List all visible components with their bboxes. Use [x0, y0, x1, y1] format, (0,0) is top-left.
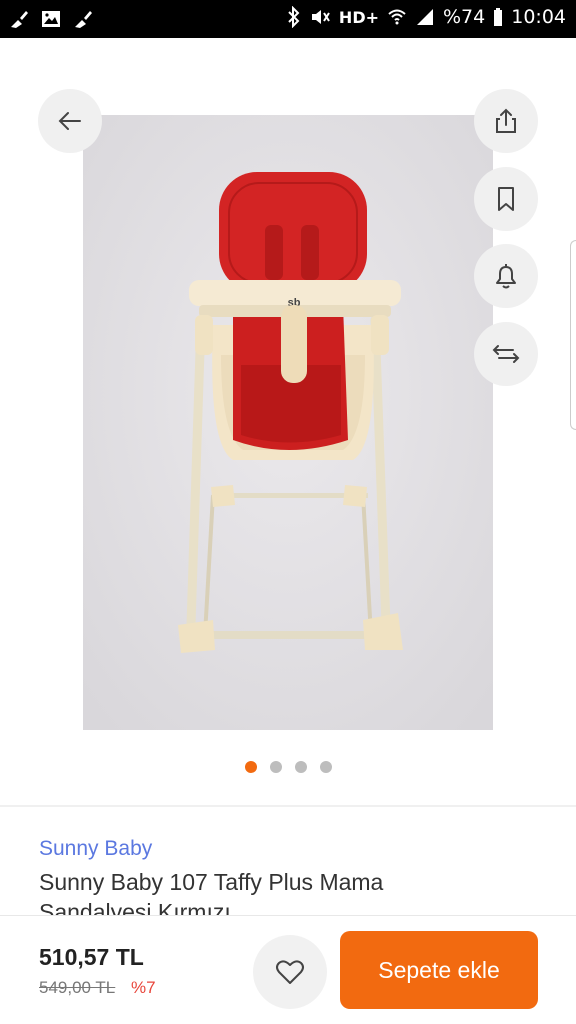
compare-button[interactable] — [474, 322, 538, 386]
pager-dot-active[interactable] — [244, 761, 257, 773]
divider — [0, 805, 576, 807]
pager-dot[interactable] — [294, 761, 307, 773]
image-icon — [42, 11, 60, 27]
image-pager — [0, 761, 576, 773]
pager-dot[interactable] — [319, 761, 332, 773]
signal-icon — [417, 9, 433, 25]
battery-level: %74 — [443, 6, 486, 28]
product-title: Sunny Baby 107 Taffy Plus Mama Sandalyes… — [39, 869, 384, 915]
discount-rate: %7 — [131, 978, 156, 997]
bluetooth-icon — [288, 6, 300, 28]
current-price: 510,57 TL — [39, 944, 144, 970]
status-bar: HD+ %74 10:04 — [0, 0, 576, 38]
broom-icon — [75, 11, 92, 28]
battery-icon — [494, 8, 503, 26]
arrow-left-icon — [58, 112, 81, 130]
network-type: HD+ — [338, 7, 379, 27]
high-chair-illustration: sb — [83, 115, 493, 730]
bookmark-icon — [498, 187, 514, 211]
broom-icon — [11, 11, 28, 28]
clock: 10:04 — [511, 6, 566, 28]
swap-arrows-icon — [492, 345, 520, 363]
notify-button[interactable] — [474, 244, 538, 308]
share-icon — [496, 108, 516, 133]
heart-icon — [276, 960, 304, 984]
pager-dot[interactable] — [269, 761, 282, 773]
mute-icon — [311, 10, 330, 24]
bell-icon — [496, 264, 516, 289]
share-button[interactable] — [474, 89, 538, 153]
bottom-bar: 510,57 TL 549,00 TL %7 Sepete ekle — [0, 915, 576, 1024]
favorite-button[interactable] — [253, 935, 327, 1009]
product-image[interactable]: sb — [83, 115, 493, 730]
side-drawer-handle[interactable] — [570, 240, 576, 430]
wifi-icon — [388, 9, 406, 25]
bookmark-button[interactable] — [474, 167, 538, 231]
add-to-cart-button[interactable]: Sepete ekle — [340, 931, 538, 1009]
brand-link[interactable]: Sunny Baby — [39, 837, 152, 861]
back-button[interactable] — [38, 89, 102, 153]
old-price: 549,00 TL — [39, 978, 116, 997]
